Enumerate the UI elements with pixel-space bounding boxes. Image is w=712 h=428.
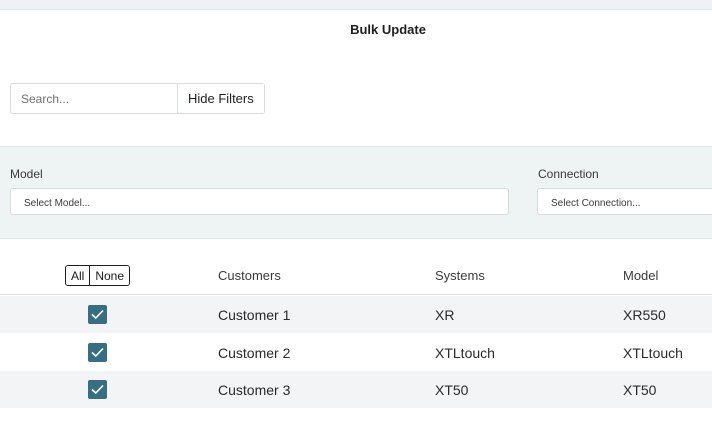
customer-cell: Customer 3 <box>218 382 291 398</box>
column-header-systems[interactable]: Systems <box>435 268 485 283</box>
select-none-button[interactable]: None <box>89 266 130 285</box>
row-checkbox[interactable] <box>88 380 107 399</box>
column-header-customers[interactable]: Customers <box>218 268 281 283</box>
connection-select[interactable]: Select Connection... <box>537 188 712 215</box>
checkmark-icon <box>91 384 104 395</box>
header-divider <box>0 294 712 295</box>
table-row[interactable]: Customer 2 XTLtouch XTLtouch <box>0 334 712 371</box>
model-cell: XT50 <box>623 382 657 398</box>
hide-filters-button[interactable]: Hide Filters <box>177 84 264 113</box>
customer-cell: Customer 2 <box>218 345 291 361</box>
search-input[interactable] <box>11 84 177 113</box>
top-bar <box>0 0 712 10</box>
customer-cell: Customer 1 <box>218 307 291 323</box>
table-row[interactable]: Customer 3 XT50 XT50 <box>0 371 712 408</box>
page-title: Bulk Update <box>350 22 426 37</box>
checkmark-icon <box>91 309 104 320</box>
column-header-model[interactable]: Model <box>623 268 658 283</box>
table-row[interactable]: Customer 1 XR XR550 <box>0 296 712 333</box>
model-cell: XTLtouch <box>623 345 683 361</box>
search-group: Hide Filters <box>10 83 265 114</box>
row-checkbox[interactable] <box>88 343 107 362</box>
model-select[interactable]: Select Model... <box>10 188 509 215</box>
model-cell: XR550 <box>623 307 666 323</box>
model-filter-label: Model <box>10 167 43 181</box>
system-cell: XTLtouch <box>435 345 495 361</box>
filter-panel: Model Select Model... Connection Select … <box>0 146 712 239</box>
system-cell: XT50 <box>435 382 469 398</box>
row-checkbox[interactable] <box>88 305 107 324</box>
select-all-button[interactable]: All <box>66 266 90 285</box>
connection-filter-label: Connection <box>538 167 599 181</box>
select-all-none-group: All None <box>65 265 131 286</box>
system-cell: XR <box>435 307 455 323</box>
checkmark-icon <box>91 347 104 358</box>
